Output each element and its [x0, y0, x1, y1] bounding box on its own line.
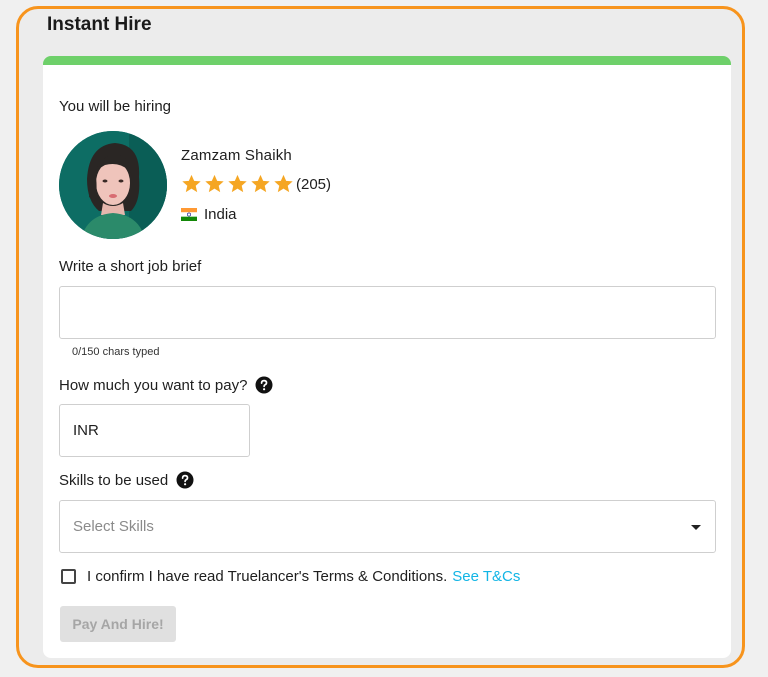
skills-select[interactable]: Select Skills	[59, 500, 716, 553]
star-icon	[274, 174, 293, 193]
amount-input[interactable]: INR	[59, 404, 250, 457]
star-icon	[251, 174, 270, 193]
skills-label: Skills to be used	[59, 471, 169, 489]
pay-label-row: How much you want to pay?	[59, 376, 273, 394]
rating: (205)	[180, 173, 331, 195]
help-icon[interactable]	[176, 471, 194, 489]
skills-label-row: Skills to be used	[59, 471, 194, 489]
terms-link[interactable]: See T&Cs	[452, 568, 520, 585]
terms-row: I confirm I have read Truelancer's Terms…	[61, 568, 520, 585]
terms-text: I confirm I have read Truelancer's Terms…	[87, 568, 448, 585]
avatar-photo	[59, 131, 167, 239]
country-name: India	[204, 206, 237, 223]
panel-title: Instant Hire	[47, 14, 152, 35]
star-icon	[205, 174, 224, 193]
chevron-down-icon	[691, 525, 701, 530]
freelancer-name: Zamzam Shaikh	[181, 147, 292, 164]
currency-label: INR	[73, 422, 99, 439]
hiring-label: You will be hiring	[59, 98, 172, 115]
freelancer-country: India	[181, 206, 237, 223]
india-flag-icon	[181, 208, 197, 221]
job-brief-input[interactable]	[59, 286, 716, 339]
star-icon	[228, 174, 247, 193]
avatar	[59, 131, 167, 239]
instant-hire-panel: Instant Hire You will be hiring Zamzam S…	[16, 6, 745, 668]
pay-and-hire-button[interactable]: Pay And Hire!	[60, 606, 176, 642]
job-brief-label: Write a short job brief	[59, 258, 202, 275]
star-icon	[182, 174, 201, 193]
help-icon[interactable]	[255, 376, 273, 394]
rating-count: (205)	[296, 175, 332, 193]
char-counter: 0/150 chars typed	[72, 346, 160, 358]
hire-form-card: You will be hiring Zamzam Shaikh (205) I…	[43, 56, 731, 658]
terms-checkbox[interactable]	[61, 569, 76, 584]
skills-placeholder: Select Skills	[73, 518, 154, 535]
pay-label: How much you want to pay?	[59, 376, 248, 394]
